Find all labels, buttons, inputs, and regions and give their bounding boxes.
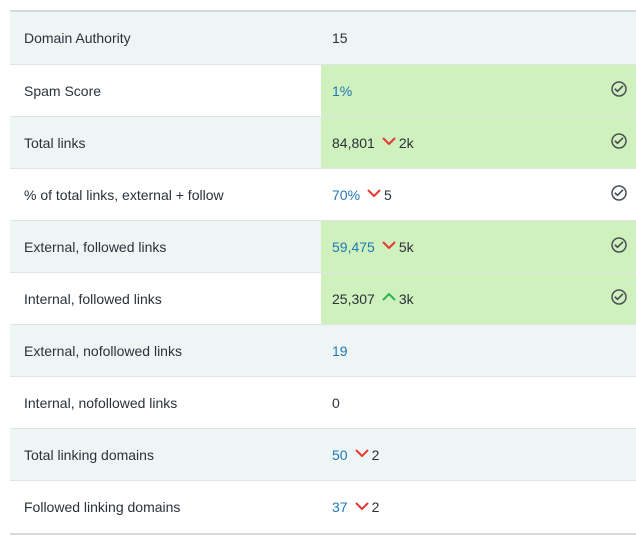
table-row: External, nofollowed links 19 (10, 324, 636, 376)
check-circle-icon (610, 184, 628, 205)
metric-change-value: 5 (384, 186, 392, 203)
metric-label: Total linking domains (24, 446, 154, 463)
table-row: Domain Authority 15 (10, 12, 636, 64)
metric-label: External, nofollowed links (24, 342, 182, 359)
chevron-down-icon (381, 133, 397, 152)
metric-value: 0 (332, 394, 340, 411)
chevron-down-icon (354, 445, 370, 464)
metric-change: 5 (366, 185, 392, 204)
metric-value[interactable]: 70% (332, 187, 360, 203)
metric-value-cell: 37 2 (321, 481, 636, 533)
metric-value-cell: 70% 5 (321, 169, 636, 220)
metric-label: % of total links, external + follow (24, 186, 224, 203)
table-row: Internal, followed links 25,307 3k (10, 272, 636, 324)
metric-label: Spam Score (24, 82, 102, 99)
metric-label: Total links (24, 134, 86, 151)
chevron-down-icon (381, 237, 397, 256)
metric-value: 25,307 (332, 290, 375, 307)
metric-change: 2k (381, 133, 414, 152)
metric-value-cell: 0 (321, 377, 636, 428)
table-row: Internal, nofollowed links 0 (10, 376, 636, 428)
check-circle-icon (610, 80, 628, 101)
metric-value-cell: 15 (321, 12, 636, 64)
check-circle-icon (610, 288, 628, 309)
metric-value-cell: 1% (321, 65, 636, 116)
metric-value: 84,801 (332, 134, 375, 151)
table-row: External, followed links 59,475 5k (10, 220, 636, 272)
table-row: Total linking domains 50 2 (10, 428, 636, 480)
metric-value: 15 (332, 30, 348, 46)
table-row: Spam Score 1% (10, 64, 636, 116)
check-circle-icon (610, 132, 628, 153)
metric-change: 3k (381, 289, 414, 308)
chevron-up-icon (381, 289, 397, 308)
metric-value[interactable]: 19 (332, 343, 348, 359)
metric-value-cell: 19 (321, 325, 636, 376)
chevron-down-icon (354, 498, 370, 517)
metric-change: 2 (354, 445, 380, 464)
metric-value-cell: 25,307 3k (321, 273, 636, 324)
metric-value-cell: 50 2 (321, 429, 636, 480)
metric-label: External, followed links (24, 238, 167, 255)
metric-label: Followed linking domains (24, 499, 181, 515)
metric-value[interactable]: 1% (332, 83, 352, 99)
table-row: Followed linking domains 37 2 (10, 480, 636, 533)
metric-change-value: 2k (398, 134, 414, 151)
metric-value-cell: 84,801 2k (321, 117, 636, 168)
table-row: Total links 84,801 2k (10, 116, 636, 168)
metric-value[interactable]: 37 (332, 499, 348, 515)
metric-change-value: 2 (371, 499, 380, 515)
metric-label: Domain Authority (24, 30, 131, 46)
metrics-table: Domain Authority 15 Spam Score 1% Total … (10, 10, 636, 535)
metric-label: Internal, nofollowed links (24, 394, 178, 411)
metric-change-value: 2 (371, 446, 380, 463)
metric-change-value: 5k (398, 238, 414, 255)
metric-change-value: 3k (398, 290, 414, 307)
metric-value-cell: 59,475 5k (321, 221, 636, 272)
metric-label: Internal, followed links (24, 290, 162, 307)
metric-change: 2 (354, 498, 380, 517)
check-circle-icon (610, 236, 628, 257)
metric-value[interactable]: 59,475 (332, 239, 375, 255)
metric-value[interactable]: 50 (332, 447, 348, 463)
table-row: % of total links, external + follow 70% … (10, 168, 636, 220)
metric-change: 5k (381, 237, 414, 256)
chevron-down-icon (366, 185, 382, 204)
